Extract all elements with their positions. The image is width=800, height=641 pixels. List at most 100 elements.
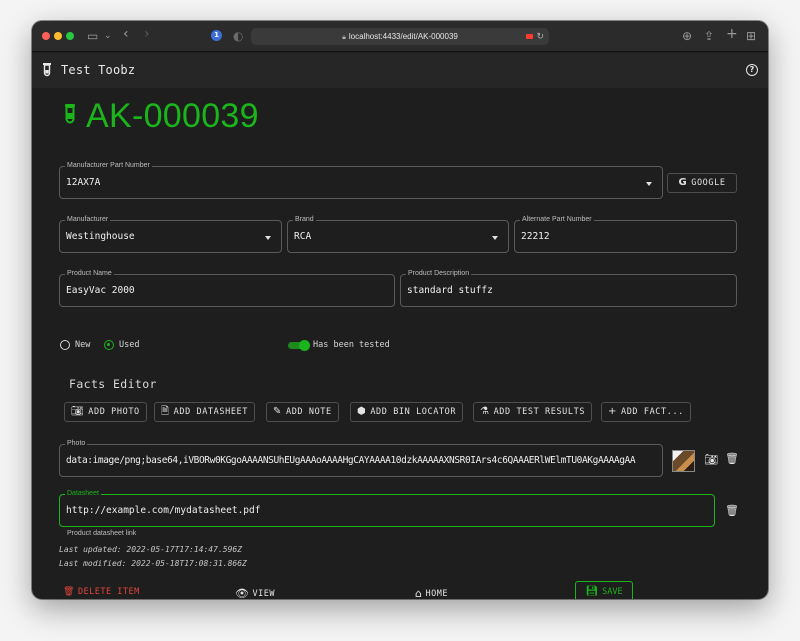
brand-select[interactable]: Brand RCA (287, 215, 509, 253)
datasheet-helper-text: Product datasheet link (67, 530, 137, 537)
save-label: SAVE (602, 586, 623, 597)
last-updated: Last updated: 2022-05-17T17:14:47.596Z (59, 545, 243, 554)
home-button[interactable]: ⌂ HOME (415, 587, 448, 599)
save-icon: 💾︎ (585, 586, 599, 597)
tested-label: Has been tested (313, 340, 390, 350)
google-icon: G (678, 177, 688, 188)
trash-icon[interactable]: 🗑︎ (725, 452, 739, 465)
product-description-field[interactable]: Product Description standard stuffz (400, 269, 737, 307)
zoom-window-button[interactable] (66, 32, 74, 40)
product-description-label: Product Description (406, 269, 472, 279)
delete-item-button[interactable]: 🗑︎ DELETE ITEM (63, 587, 140, 597)
photo-thumbnail[interactable] (672, 450, 695, 472)
chevron-down-icon[interactable]: ⌄ (104, 28, 112, 44)
reload-icon[interactable]: ↻ (536, 28, 544, 45)
photo-label: Photo (65, 439, 88, 449)
mpn-label: Manufacturer Part Number (65, 161, 152, 171)
tested-toggle[interactable] (288, 340, 310, 351)
address-bar-url: localhost:4433/edit/AK-000039 (348, 32, 458, 41)
address-bar[interactable]: 🔒︎ localhost:4433/edit/AK-000039 ↻ (251, 28, 549, 45)
forward-icon[interactable]: › (144, 26, 150, 42)
photo-field[interactable]: Photo data:image/png;base64,iVBORw0KGgoA… (59, 439, 663, 477)
brand-value: RCA (294, 231, 312, 242)
browser-window: ▭ ⌄ ‹ › 1 ◐ 🔒︎ localhost:4433/edit/AK-000… (32, 21, 768, 599)
save-button[interactable]: 💾︎ SAVE (575, 581, 633, 599)
brand-label: Brand (293, 215, 316, 225)
sidebar-toggle-icon[interactable]: ▭ (87, 28, 98, 44)
facts-editor-title: Facts Editor (69, 377, 157, 391)
chevron-down-icon[interactable] (265, 236, 271, 240)
tube-icon: ⚗ (480, 406, 490, 417)
eye-icon: 👁︎ (235, 587, 250, 599)
radio-used[interactable]: Used (104, 340, 139, 350)
toggle-thumb (299, 340, 310, 351)
manufacturer-value: Westinghouse (66, 231, 135, 242)
camera-recording-icon (526, 34, 533, 39)
radio-used-label: Used (119, 340, 140, 350)
help-icon[interactable]: ? (746, 64, 758, 76)
last-modified: Last modified: 2022-05-18T17:08:31.866Z (59, 559, 247, 568)
product-description-value: standard stuffz (407, 285, 493, 296)
new-tab-icon[interactable]: + (726, 26, 738, 42)
trash-icon[interactable]: 🗑︎ (725, 504, 739, 517)
app-title: Test Toobz (61, 63, 136, 77)
google-button-label: GOOGLE (691, 178, 726, 188)
add-note-button[interactable]: ✎ ADD NOTE (266, 402, 339, 422)
cube-icon: ⬢ (357, 406, 367, 417)
delete-item-label: DELETE ITEM (77, 587, 140, 597)
shield-icon[interactable]: ◐ (233, 28, 243, 44)
datasheet-value: http://example.com/mydatasheet.pdf (66, 505, 261, 516)
datasheet-label: Datasheet (65, 489, 101, 499)
test-tube-icon (43, 63, 51, 77)
share-icon[interactable]: ⇪ (704, 28, 714, 44)
radio-new[interactable]: New (60, 340, 90, 350)
download-icon[interactable]: ⊕ (682, 28, 692, 44)
product-name-field[interactable]: Product Name EasyVac 2000 (59, 269, 395, 307)
datasheet-field[interactable]: Datasheet http://example.com/mydatasheet… (59, 489, 715, 527)
radio-new-circle[interactable] (60, 340, 70, 350)
tab-overview-icon[interactable]: ⊞ (746, 28, 756, 44)
camera-icon[interactable]: 📷︎ (704, 453, 718, 466)
edit-form: AK-000039 Manufacturer Part Number 12AX7… (32, 88, 768, 599)
add-datasheet-label: ADD DATASHEET (173, 407, 248, 417)
back-icon[interactable]: ‹ (123, 26, 129, 42)
home-label: HOME (425, 588, 448, 599)
product-name-label: Product Name (65, 269, 114, 279)
mpn-field[interactable]: Manufacturer Part Number 12AX7A (59, 161, 663, 199)
photo-value: data:image/png;base64,iVBORw0KGgoAAAANSU… (66, 455, 636, 466)
chevron-down-icon[interactable] (646, 182, 652, 186)
browser-titlebar: ▭ ⌄ ‹ › 1 ◐ 🔒︎ localhost:4433/edit/AK-000… (32, 21, 768, 52)
add-fact-button[interactable]: + ADD FACT... (601, 402, 691, 422)
google-button[interactable]: G GOOGLE (667, 173, 737, 193)
alternate-part-field[interactable]: Alternate Part Number 22212 (514, 215, 737, 253)
add-test-results-button[interactable]: ⚗ ADD TEST RESULTS (473, 402, 593, 422)
add-photo-label: ADD PHOTO (88, 407, 140, 417)
close-window-button[interactable] (42, 32, 50, 40)
add-note-label: ADD NOTE (285, 407, 332, 417)
add-bin-locator-button[interactable]: ⬢ ADD BIN LOCATOR (350, 402, 464, 422)
camera-icon: 📷︎ (71, 406, 85, 417)
view-button[interactable]: 👁︎ VIEW (235, 587, 275, 599)
view-label: VIEW (252, 588, 275, 599)
add-photo-button[interactable]: 📷︎ ADD PHOTO (64, 402, 147, 422)
product-name-value: EasyVac 2000 (66, 285, 135, 296)
alternate-part-value: 22212 (521, 231, 550, 242)
home-icon: ⌂ (415, 587, 423, 599)
radio-used-circle[interactable] (104, 340, 114, 350)
radio-new-label: New (75, 340, 91, 350)
test-tube-icon (65, 104, 75, 124)
document-icon: 🗎 (161, 406, 170, 417)
password-manager-icon[interactable]: 1 (211, 30, 222, 41)
chevron-down-icon[interactable] (492, 236, 498, 240)
add-datasheet-button[interactable]: 🗎 ADD DATASHEET (154, 402, 255, 422)
trash-icon: 🗑︎ (63, 587, 75, 597)
page-title: AK-000039 (86, 97, 259, 135)
manufacturer-label: Manufacturer (65, 215, 111, 225)
minimize-window-button[interactable] (54, 32, 62, 40)
add-test-results-label: ADD TEST RESULTS (493, 407, 586, 417)
manufacturer-select[interactable]: Manufacturer Westinghouse (59, 215, 282, 253)
note-icon: ✎ (273, 406, 282, 417)
alternate-part-label: Alternate Part Number (520, 215, 594, 225)
lock-icon: 🔒︎ (342, 34, 346, 41)
add-bin-locator-label: ADD BIN LOCATOR (370, 407, 457, 417)
